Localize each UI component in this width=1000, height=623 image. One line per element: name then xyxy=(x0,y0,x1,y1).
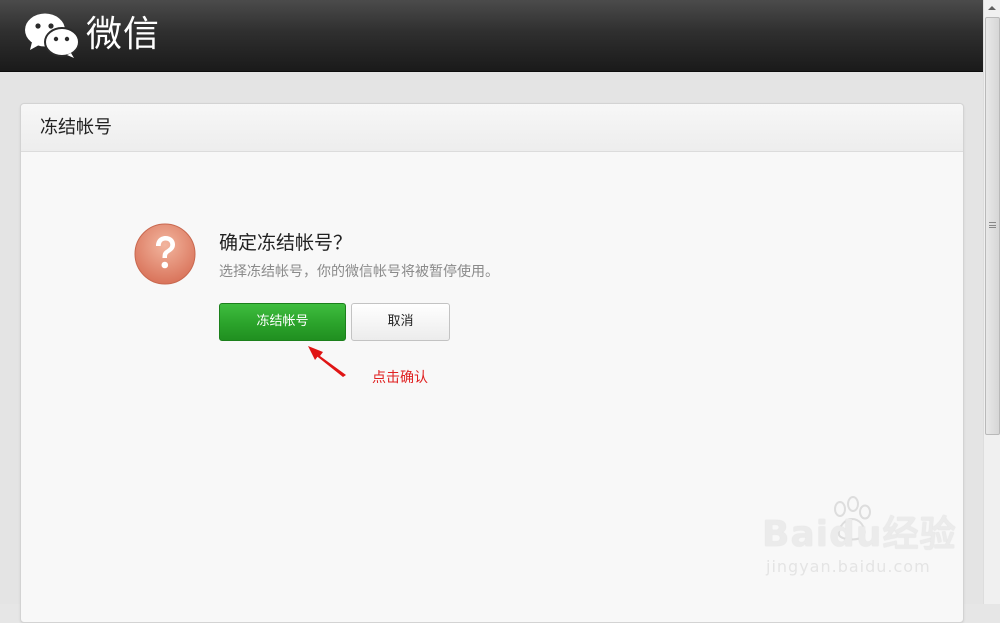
confirm-description: 选择冻结帐号，你的微信帐号将被暂停使用。 xyxy=(219,264,499,280)
wechat-logo-icon[interactable] xyxy=(24,12,80,58)
red-arrow-icon xyxy=(308,346,346,377)
cancel-button[interactable]: 取消 xyxy=(351,303,450,341)
confirm-title: 确定冻结帐号？ xyxy=(219,232,353,254)
app-name: 微信 xyxy=(86,14,161,55)
vertical-scrollbar[interactable] xyxy=(983,0,1000,604)
scroll-up-arrow-icon[interactable] xyxy=(984,0,1000,17)
scrollbar-thumb[interactable] xyxy=(985,17,1000,435)
click-confirm-annotation: 点击确认 xyxy=(372,370,428,386)
question-icon xyxy=(134,223,196,285)
top-bar: 微信 xyxy=(0,0,983,72)
scrollbar-grip-icon xyxy=(989,222,996,228)
panel-title: 冻结帐号 xyxy=(40,117,112,138)
watermark-main-text: Baidu经验 xyxy=(762,514,957,555)
baidu-jingyan-watermark: Baidu经验 jingyan.baidu.com xyxy=(762,495,962,585)
freeze-account-button[interactable]: 冻结帐号 xyxy=(219,303,346,341)
panel-header: 冻结帐号 xyxy=(21,104,963,152)
watermark-url: jingyan.baidu.com xyxy=(766,557,931,576)
